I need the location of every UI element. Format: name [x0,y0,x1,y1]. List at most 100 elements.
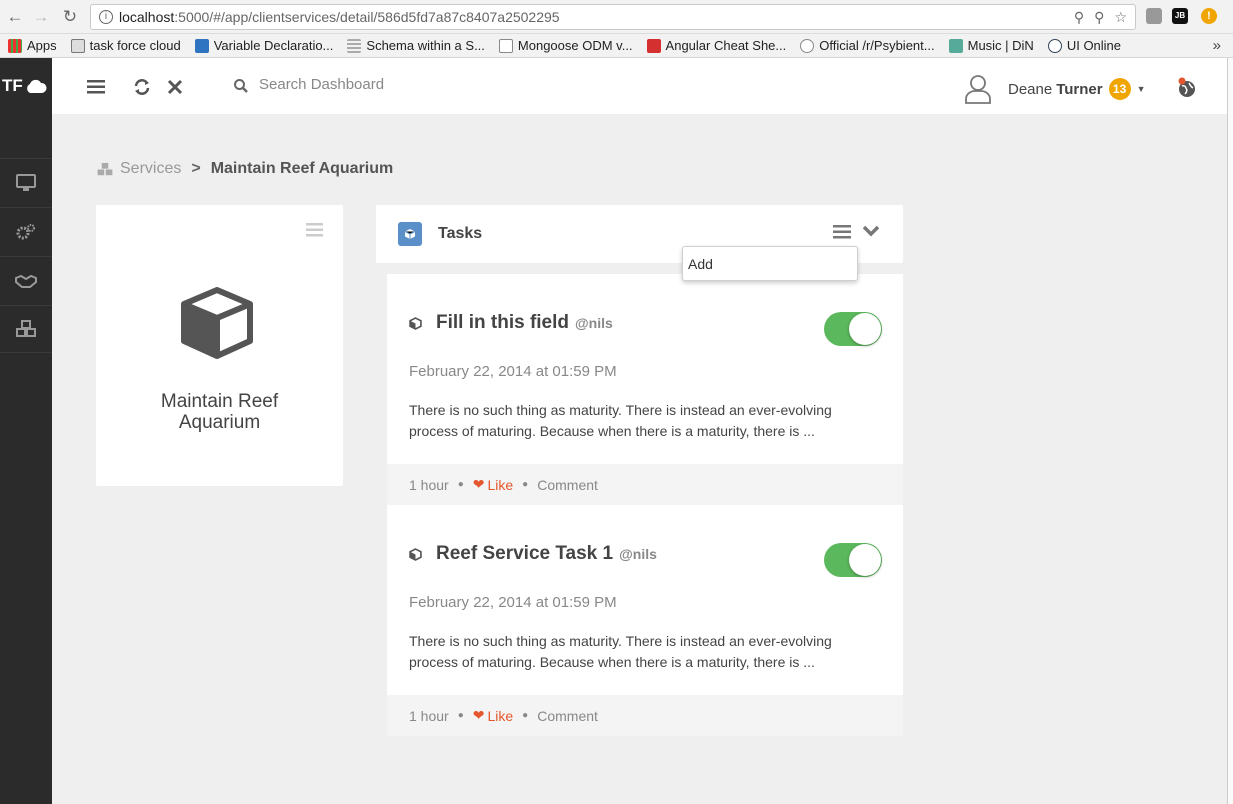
globe-icon[interactable] [1176,77,1198,99]
task-toggle[interactable] [824,312,882,346]
search-input[interactable]: Search Dashboard [259,76,384,93]
gears-icon [16,223,35,239]
reload-icon[interactable]: ↻ [59,6,81,28]
separator-dot: ● [457,479,464,490]
task-footer: 1 hour ● ❤ Like ● Comment [387,695,903,736]
task-time: 1 hour [409,476,449,493]
breadcrumb-separator: > [191,160,201,177]
bookmark-item[interactable]: Schema within a S... [347,38,485,53]
cube-icon [181,287,253,359]
search-icon [234,79,248,93]
toggle-knob [849,313,881,345]
breadcrumb-current: Maintain Reef Aquarium [210,160,394,177]
task-user: @nils [575,315,613,331]
key-icon[interactable]: ⚲ [1074,9,1084,26]
service-title: Maintain Reef Aquarium [160,391,279,433]
chevron-down-icon[interactable] [862,224,880,238]
card-menu-icon[interactable] [306,223,323,237]
bookmarks-bar: Apps task force cloud Variable Declarati… [0,34,1233,58]
bookmark-item[interactable]: task force cloud [70,38,181,53]
breadcrumb: Services > Maintain Reef Aquarium [96,160,393,178]
notification-badge: 13 [1108,78,1131,100]
chevron-down-icon: ▼ [1136,84,1146,94]
task-description: There is no such thing as maturity. Ther… [409,633,832,670]
close-icon[interactable] [167,79,183,95]
list-icon [347,38,362,53]
menu-item-add[interactable]: Add [688,256,713,272]
url-path: :5000/#/app/clientservices/detail/586d5f… [174,9,560,25]
sidebar-item-dashboard[interactable] [0,158,52,206]
service-card: Maintain Reef Aquarium [96,205,343,486]
refresh-icon[interactable] [133,78,151,96]
tasks-title: Tasks [438,225,483,242]
separator-dot: ● [522,710,529,721]
task-box-icon [398,222,422,246]
task-time: 1 hour [409,707,449,724]
heart-icon: ❤ [472,707,485,723]
browser-toolbar: ← → ↻ i localhost:5000/#/app/clientservi… [0,0,1233,34]
tasks-menu-icon[interactable] [833,224,851,240]
document-icon [498,38,513,53]
star-icon[interactable]: ☆ [1114,9,1127,26]
sidebar-item-clients[interactable] [0,256,52,304]
app-topbar: Search Dashboard Deane Turner 13 ▼ [52,58,1227,114]
info-icon: i [99,10,113,24]
cube-icon [409,317,422,330]
extension-icon[interactable] [1146,8,1162,24]
back-icon[interactable]: ← [4,6,26,28]
cubes-icon [16,320,36,337]
bookmark-item[interactable]: Music | DiN [948,38,1034,53]
jetbrains-extension-icon[interactable]: JB [1172,8,1188,24]
toggle-knob [849,544,881,576]
task-title[interactable]: Reef Service Task 1 @nils [436,543,657,565]
task-date: February 22, 2014 at 01:59 PM [409,594,617,611]
user-menu[interactable]: Deane Turner 13 ▼ [1008,78,1146,100]
task-footer: 1 hour ● ❤ Like ● Comment [387,464,903,505]
shield-icon [1047,38,1062,53]
like-button[interactable]: ❤ Like [473,476,513,493]
bookmark-item[interactable]: Angular Cheat She... [646,38,786,53]
task-user: @nils [619,546,657,562]
like-button[interactable]: ❤ Like [473,707,513,724]
cubes-icon [97,162,113,175]
task-date: February 22, 2014 at 01:59 PM [409,363,617,380]
menu-icon[interactable] [87,79,105,95]
angular-icon [646,38,661,53]
reddit-icon [800,38,815,53]
bookmark-item[interactable]: Variable Declaratio... [194,38,333,53]
bookmark-item[interactable]: Official /r/Psybient... [800,38,935,53]
tasks-dropdown-menu: Add [682,246,858,281]
url-host: localhost [119,9,175,25]
task-toggle[interactable] [824,543,882,577]
apps-grid-icon [8,38,22,53]
separator-dot: ● [522,479,529,490]
brand-logo[interactable]: TF [0,58,52,114]
task-card: Reef Service Task 1 @nils February 22, 20… [387,505,903,736]
zoom-icon[interactable]: ⚲ [1094,9,1104,26]
breadcrumb-services-link[interactable]: Services [120,160,181,178]
bookmark-apps[interactable]: Apps [8,38,57,53]
devtools-edge [1227,58,1233,804]
sidebar-item-services[interactable] [0,305,52,353]
cube-icon [409,548,422,561]
comment-link[interactable]: Comment [537,708,598,724]
bookmark-item[interactable]: UI Online [1047,38,1121,53]
task-card: Fill in this field @nils February 22, 201… [387,274,903,505]
music-icon [948,38,963,53]
heart-icon: ❤ [472,476,485,492]
task-title[interactable]: Fill in this field @nils [436,312,613,334]
bookmark-item[interactable]: Mongoose ODM v... [498,38,633,53]
comment-link[interactable]: Comment [537,477,598,493]
sidebar: TF [0,58,52,804]
sidebar-item-settings[interactable] [0,207,52,255]
warning-icon[interactable]: ! [1201,8,1217,24]
user-avatar-icon[interactable] [964,74,992,104]
address-bar[interactable]: i localhost:5000/#/app/clientservices/de… [90,4,1136,30]
user-first-name: Deane [1008,80,1053,98]
user-last-name: Turner [1056,80,1103,98]
forward-icon[interactable]: → [30,6,52,28]
bookmarks-overflow-icon[interactable]: » [1213,37,1221,54]
separator-dot: ● [457,710,464,721]
typescript-icon [194,38,209,53]
folder-icon [70,38,85,53]
